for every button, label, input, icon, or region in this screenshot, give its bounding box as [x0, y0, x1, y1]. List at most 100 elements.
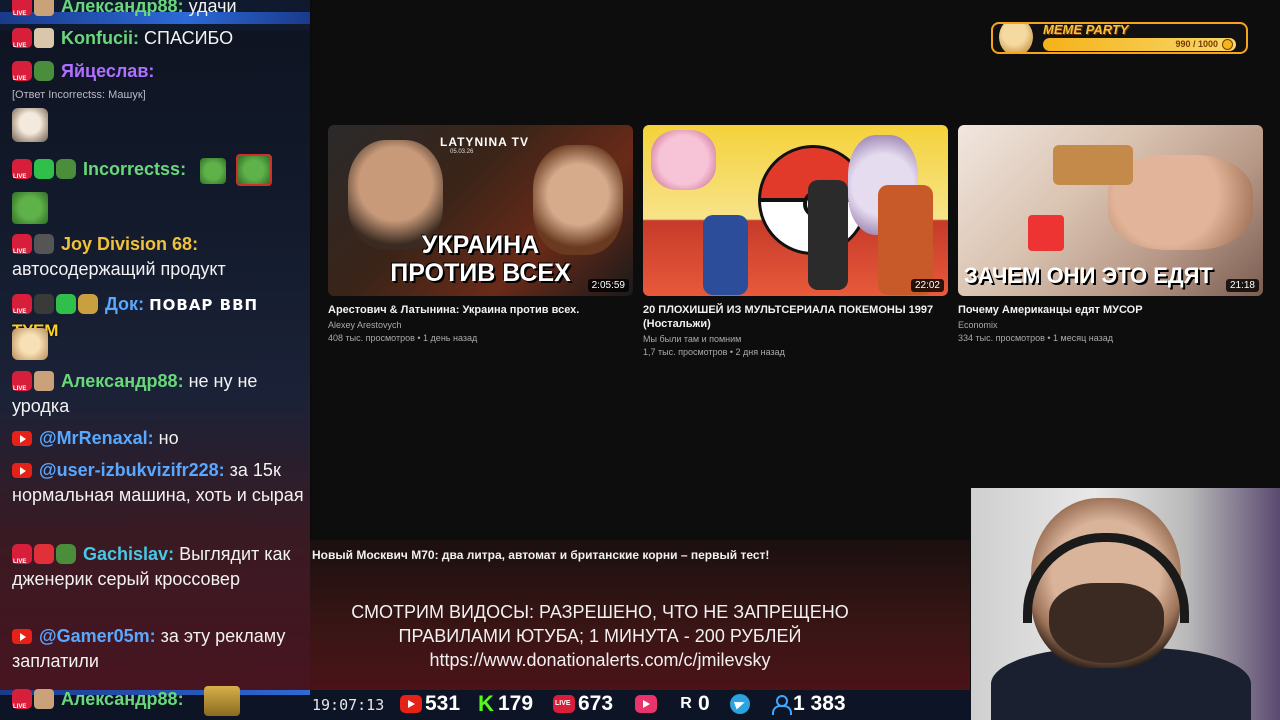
- chat-reply-quote: [Ответ Incorrectss: Машук]: [12, 89, 146, 101]
- meme-party-progress: 990 / 1000: [1043, 38, 1236, 51]
- glass-badge-icon: [34, 294, 54, 314]
- meme-party-widget: MEME PARTY 990 / 1000: [991, 22, 1248, 54]
- live-badge-icon: [12, 234, 32, 265]
- current-video-title: Новый Москвич М70: два литра, автомат и …: [312, 548, 770, 562]
- doge-icon: [999, 24, 1033, 52]
- live-badge-icon: [12, 294, 32, 325]
- live-icon: [553, 695, 575, 713]
- pizza-box-icon: [1053, 145, 1133, 185]
- chat-message: Яйцеслав:: [12, 59, 304, 92]
- kick-count: 179: [498, 692, 534, 715]
- kfc-bucket-icon: [1028, 215, 1064, 251]
- thumbnail-headline: ЗАЧЕМ ОНИ ЭТО ЕДЯТ: [964, 263, 1213, 288]
- rules-line: СМОТРИМ ВИДОСЫ: РАЗРЕШЕНО, ЧТО НЕ ЗАПРЕЩ…: [351, 602, 849, 622]
- avatar-icon: [34, 371, 54, 391]
- chat-message: Joy Division 68: автосодержащий продукт: [12, 232, 304, 282]
- video-duration: 21:18: [1225, 279, 1259, 292]
- chat-username: @MrRenaxal: [39, 428, 148, 448]
- video-thumbnail[interactable]: 22:02: [643, 125, 948, 296]
- total-count: 1 383: [793, 692, 846, 715]
- chat-text: ПОВАР ВВП: [149, 296, 259, 314]
- pepe-icon: [56, 159, 76, 179]
- jigglypuff-figure: [651, 130, 716, 190]
- stream-rules: СМОТРИМ ВИДОСЫ: РАЗРЕШЕНО, ЧТО НЕ ЗАПРЕЩ…: [315, 600, 885, 672]
- chat-text: но: [158, 428, 179, 448]
- chat-message: Konfucii: СПАСИБО: [12, 26, 304, 59]
- villain-figure: [808, 180, 848, 290]
- live-badge-icon: [12, 371, 32, 402]
- pepe-emote-icon: [12, 192, 48, 224]
- video-thumbnail[interactable]: ЗАЧЕМ ОНИ ЭТО ЕДЯТ 21:18: [958, 125, 1263, 296]
- chat-username: Incorrectss: [83, 159, 181, 179]
- pepe-emote-icon: [204, 686, 240, 716]
- subscriber-badge-icon: [34, 159, 54, 179]
- video-card[interactable]: 22:02 20 ПЛОХИШЕЙ ИЗ МУЛЬТСЕРИАЛА ПОКЕМО…: [643, 125, 948, 357]
- chat-message: Александр88: удачи: [12, 0, 304, 27]
- chat-username: Joy Division 68: [61, 234, 193, 254]
- video-title[interactable]: Почему Американцы едят МУСОР: [958, 303, 1263, 317]
- chat-username: Док: [105, 294, 139, 314]
- pepe-emote-icon: [236, 154, 272, 186]
- pepe-icon: [34, 61, 54, 81]
- video-title[interactable]: Арестович & Латынина: Украина против все…: [328, 303, 633, 317]
- video-thumbnail[interactable]: LATYNINA TV 05.03.26 УКРАИНА ПРОТИВ ВСЕХ…: [328, 125, 633, 296]
- chat-username: Gachislav: [83, 544, 169, 564]
- video-card[interactable]: ЗАЧЕМ ОНИ ЭТО ЕДЯТ 21:18 Почему Американ…: [958, 125, 1263, 343]
- avatar-icon: [34, 0, 54, 16]
- thumbnail-date: 05.03.26: [450, 149, 474, 155]
- stream-overlay: Александр88: удачи Konfucii: СПАСИБО Яйц…: [0, 0, 1280, 720]
- play-icon: [635, 695, 657, 713]
- video-card[interactable]: LATYNINA TV 05.03.26 УКРАИНА ПРОТИВ ВСЕХ…: [328, 125, 633, 343]
- chat-message: Александр88: не ну не уродка: [12, 369, 304, 419]
- chat-username: Александр88: [61, 0, 178, 16]
- chat-message: Gachislav: Выглядит как дженерик серый к…: [12, 542, 304, 592]
- coin-icon: [1222, 39, 1233, 50]
- live-badge-icon: [12, 61, 32, 92]
- chat-message: @MrRenaxal: но: [12, 426, 304, 451]
- chat-username: Александр88: [61, 689, 178, 709]
- thumbnail-brand: LATYNINA TV: [440, 135, 529, 149]
- kick-icon: K: [478, 691, 494, 716]
- heart-badge-icon: [34, 544, 54, 564]
- rutube-icon: R: [680, 695, 692, 712]
- video-title[interactable]: 20 ПЛОХИШЕЙ ИЗ МУЛЬТСЕРИАЛА ПОКЕМОНЫ 199…: [643, 303, 948, 331]
- video-duration: 2:05:59: [587, 279, 629, 292]
- chat-username: Konfucii: [61, 28, 134, 48]
- rutube-count: 0: [698, 692, 710, 715]
- rules-line: ПРАВИЛАМИ ЮТУБА; 1 МИНУТА - 200 РУБЛЕЙ: [398, 626, 802, 646]
- pepe-emote-icon: [200, 158, 226, 184]
- clock: 19:07:13: [312, 696, 385, 714]
- cup-badge-icon: [34, 234, 54, 254]
- video-meta: 408 тыс. просмотров • 1 день назад: [328, 333, 478, 343]
- chat-panel: Александр88: удачи Konfucii: СПАСИБО Яйц…: [0, 0, 310, 720]
- chat-username: @user-izbukvizifr228: [39, 460, 219, 480]
- total-viewers: 1 383: [770, 692, 846, 716]
- subscriber-badge-icon: [56, 294, 76, 314]
- live-viewers: 673: [553, 692, 613, 716]
- youtube-viewers: 531: [400, 692, 460, 716]
- chat-message: Док: ПОВАР ВВП ТУЕМ: [12, 292, 304, 343]
- chat-text: удачи: [188, 0, 237, 16]
- rutube-viewers: R 0: [677, 692, 710, 716]
- video-channel[interactable]: Alexey Arestovych: [328, 320, 633, 330]
- thumbnail-headline: УКРАИНА ПРОТИВ ВСЕХ: [390, 231, 571, 287]
- youtube-icon: [400, 695, 422, 713]
- youtube-icon: [12, 463, 32, 478]
- cat-emote-icon: [12, 108, 48, 142]
- live-count: 673: [578, 692, 614, 715]
- webcam-feed: [971, 488, 1280, 720]
- chat-message: Александр88:: [12, 687, 304, 720]
- video-channel[interactable]: Economix: [958, 320, 1263, 330]
- pepe-icon: [78, 294, 98, 314]
- live-badge-icon: [12, 28, 32, 59]
- avatar-icon: [34, 28, 54, 48]
- video-meta: 334 тыс. просмотров • 1 месяц назад: [958, 333, 1114, 343]
- meme-party-label: MEME PARTY: [1043, 22, 1129, 37]
- chat-username: Яйцеслав: [61, 61, 149, 81]
- youtube-icon: [12, 431, 32, 446]
- live-badge-icon: [12, 0, 32, 27]
- youtube-icon: [12, 629, 32, 644]
- hamster-emote-icon: [12, 328, 48, 360]
- video-channel[interactable]: Мы были там и помним: [643, 334, 948, 344]
- live-badge-icon: [12, 159, 32, 190]
